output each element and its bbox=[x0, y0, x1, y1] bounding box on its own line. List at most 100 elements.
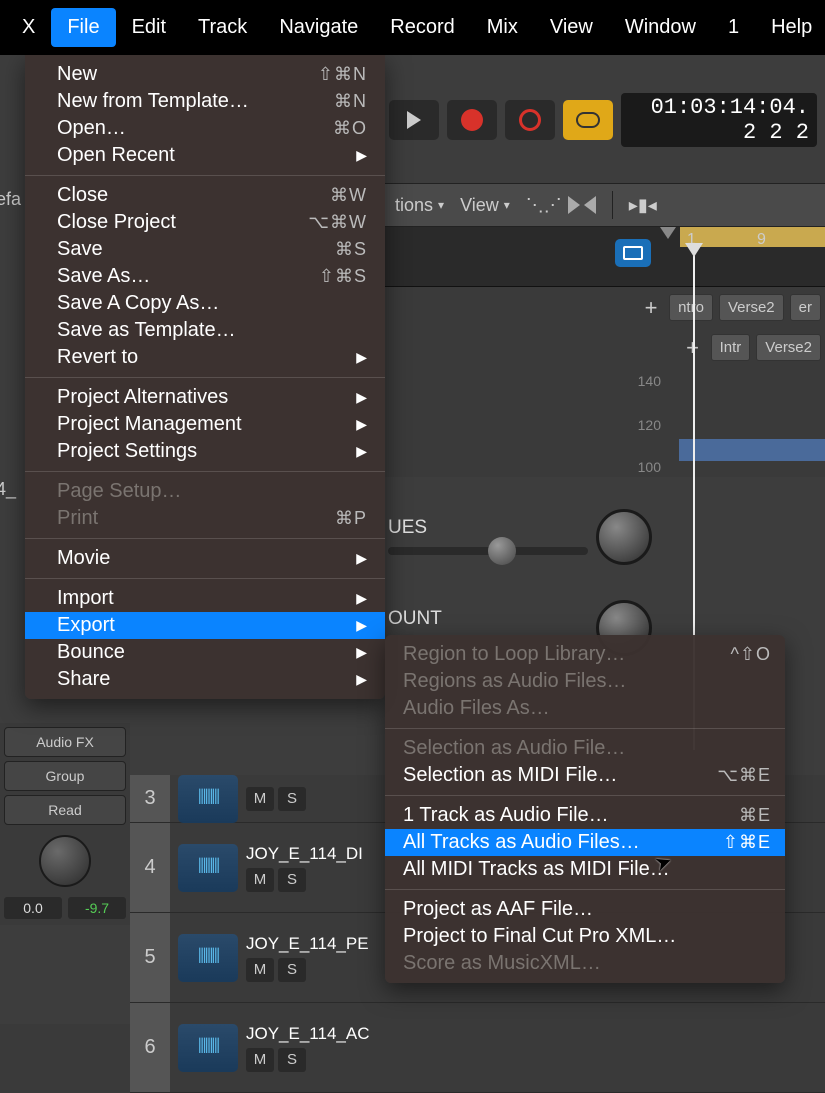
cycle-icon bbox=[576, 112, 600, 128]
chevron-down-icon: ▾ bbox=[438, 198, 444, 212]
timeline-ruler[interactable]: 1 9 bbox=[385, 227, 825, 287]
menu-all-midi-tracks-as-midi-file[interactable]: All MIDI Tracks as MIDI File… bbox=[385, 856, 785, 883]
menu-save[interactable]: Save⌘S bbox=[25, 236, 385, 263]
menu-open[interactable]: Open…⌘O bbox=[25, 115, 385, 142]
partial-track-label: 4_ bbox=[0, 479, 16, 500]
add-marker-button[interactable]: + bbox=[639, 295, 663, 319]
section-ount-label: OUNT bbox=[388, 608, 442, 630]
menubar-mix[interactable]: Mix bbox=[471, 8, 534, 47]
menubar-help[interactable]: Help bbox=[755, 8, 825, 47]
menubar-track[interactable]: Track bbox=[182, 8, 263, 47]
menu-revert-to[interactable]: Revert to▶ bbox=[25, 344, 385, 371]
menu-open-recent[interactable]: Open Recent▶ bbox=[25, 142, 385, 169]
functions-dropdown[interactable]: tions ▾ bbox=[395, 195, 444, 216]
menu-project-to-fcp-xml[interactable]: Project to Final Cut Pro XML… bbox=[385, 923, 785, 950]
record-outline-icon bbox=[519, 109, 541, 131]
mute-button[interactable]: M bbox=[246, 1048, 274, 1072]
ues-slider[interactable] bbox=[388, 547, 588, 555]
track-audio-icon: ⦀⦀⦀ bbox=[178, 844, 238, 892]
track-number: 4 bbox=[130, 823, 170, 912]
menu-new[interactable]: New⇧⌘N bbox=[25, 61, 385, 88]
play-button[interactable] bbox=[389, 100, 439, 140]
flex-tool[interactable] bbox=[568, 196, 596, 214]
menu-movie[interactable]: Movie▶ bbox=[25, 545, 385, 572]
cycle-button[interactable] bbox=[563, 100, 613, 140]
menu-close-project[interactable]: Close Project⌥⌘W bbox=[25, 209, 385, 236]
solo-button[interactable]: S bbox=[278, 787, 306, 811]
slider-thumb[interactable] bbox=[488, 537, 516, 565]
menubar-edit[interactable]: Edit bbox=[116, 8, 182, 47]
menu-project-as-aaf-file[interactable]: Project as AAF File… bbox=[385, 896, 785, 923]
menubar-1[interactable]: 1 bbox=[712, 8, 755, 47]
menubar-app[interactable]: X bbox=[6, 8, 51, 47]
transport-controls: 01:03:14:04. 2 2 2 bbox=[381, 85, 825, 155]
submenu-arrow-icon: ▶ bbox=[356, 590, 367, 607]
solo-button[interactable]: S bbox=[278, 1048, 306, 1072]
menu-save-copy-as[interactable]: Save A Copy As… bbox=[25, 290, 385, 317]
menu-save-as[interactable]: Save As…⇧⌘S bbox=[25, 263, 385, 290]
track-number: 3 bbox=[130, 775, 170, 822]
menu-selection-as-audio-file: Selection as Audio File… bbox=[385, 735, 785, 762]
menu-project-settings[interactable]: Project Settings▶ bbox=[25, 438, 385, 465]
gain-value[interactable]: -9.7 bbox=[68, 897, 126, 919]
menu-project-alternatives[interactable]: Project Alternatives▶ bbox=[25, 384, 385, 411]
region-verse2[interactable]: Verse2 bbox=[719, 294, 784, 321]
mute-button[interactable]: M bbox=[246, 787, 274, 811]
tempo-lane[interactable]: 140 120 100 bbox=[385, 367, 825, 477]
menubar-record[interactable]: Record bbox=[374, 8, 470, 47]
catch-tool[interactable]: ▸▮◂ bbox=[629, 195, 657, 216]
menu-1-track-as-audio-file[interactable]: 1 Track as Audio File…⌘E bbox=[385, 802, 785, 829]
pan-value[interactable]: 0.0 bbox=[4, 897, 62, 919]
menubar-window[interactable]: Window bbox=[609, 8, 712, 47]
menu-new-from-template[interactable]: New from Template…⌘N bbox=[25, 88, 385, 115]
menubar: X File Edit Track Navigate Record Mix Vi… bbox=[0, 0, 825, 55]
menu-project-management[interactable]: Project Management▶ bbox=[25, 411, 385, 438]
record-button[interactable] bbox=[447, 100, 497, 140]
automation-mode[interactable]: Read bbox=[4, 795, 126, 825]
timecode-display[interactable]: 01:03:14:04. 2 2 2 bbox=[621, 93, 817, 147]
waveform-icon: ⦀⦀⦀ bbox=[198, 856, 218, 879]
audio-fx-slot[interactable]: Audio FX bbox=[4, 727, 126, 757]
tempo-region[interactable] bbox=[679, 439, 825, 461]
solo-button[interactable]: S bbox=[278, 958, 306, 982]
track-row[interactable]: 6 ⦀⦀⦀ JOY_E_114_AC M S bbox=[130, 1003, 825, 1093]
group-slot[interactable]: Group bbox=[4, 761, 126, 791]
region-intr[interactable]: Intr bbox=[711, 334, 751, 361]
menubar-view[interactable]: View bbox=[534, 8, 609, 47]
menu-save-as-template[interactable]: Save as Template… bbox=[25, 317, 385, 344]
menu-export[interactable]: Export▶ bbox=[25, 612, 385, 639]
submenu-arrow-icon: ▶ bbox=[356, 617, 367, 634]
ruler-marker-9: 9 bbox=[757, 231, 766, 249]
track-number: 5 bbox=[130, 913, 170, 1002]
mute-button[interactable]: M bbox=[246, 958, 274, 982]
flex-icon bbox=[568, 196, 596, 214]
tempo-100: 100 bbox=[638, 459, 661, 475]
export-submenu: Region to Loop Library…^⇧O Regions as Au… bbox=[385, 635, 785, 983]
menu-bounce[interactable]: Bounce▶ bbox=[25, 639, 385, 666]
menu-selection-as-midi-file[interactable]: Selection as MIDI File…⌥⌘E bbox=[385, 762, 785, 789]
solo-button[interactable]: S bbox=[278, 868, 306, 892]
region-er[interactable]: er bbox=[790, 294, 821, 321]
menu-import[interactable]: Import▶ bbox=[25, 585, 385, 612]
region-verse2b[interactable]: Verse2 bbox=[756, 334, 821, 361]
marquee-icon bbox=[623, 246, 643, 260]
menu-all-tracks-as-audio-files[interactable]: All Tracks as Audio Files…⇧⌘E bbox=[385, 829, 785, 856]
menu-close[interactable]: Close⌘W bbox=[25, 182, 385, 209]
ues-knob[interactable] bbox=[596, 509, 652, 565]
region-intro[interactable]: ntro bbox=[669, 294, 713, 321]
menubar-file[interactable]: File bbox=[51, 8, 115, 47]
menu-share[interactable]: Share▶ bbox=[25, 666, 385, 693]
menu-score-as-musicxml: Score as MusicXML… bbox=[385, 950, 785, 977]
waveform-icon: ⦀⦀⦀ bbox=[198, 787, 218, 810]
track-number: 6 bbox=[130, 1003, 170, 1092]
play-icon bbox=[407, 111, 421, 129]
view-dropdown[interactable]: View ▾ bbox=[460, 195, 510, 216]
record-capture-button[interactable] bbox=[505, 100, 555, 140]
catch-icon: ▸▮◂ bbox=[629, 195, 657, 216]
section-ues-label: UES bbox=[388, 517, 427, 539]
mute-button[interactable]: M bbox=[246, 868, 274, 892]
marquee-view-button[interactable] bbox=[615, 239, 651, 267]
pan-knob[interactable] bbox=[39, 835, 91, 887]
automation-tool[interactable]: ⋱⋰ bbox=[526, 195, 552, 215]
menubar-navigate[interactable]: Navigate bbox=[263, 8, 374, 47]
